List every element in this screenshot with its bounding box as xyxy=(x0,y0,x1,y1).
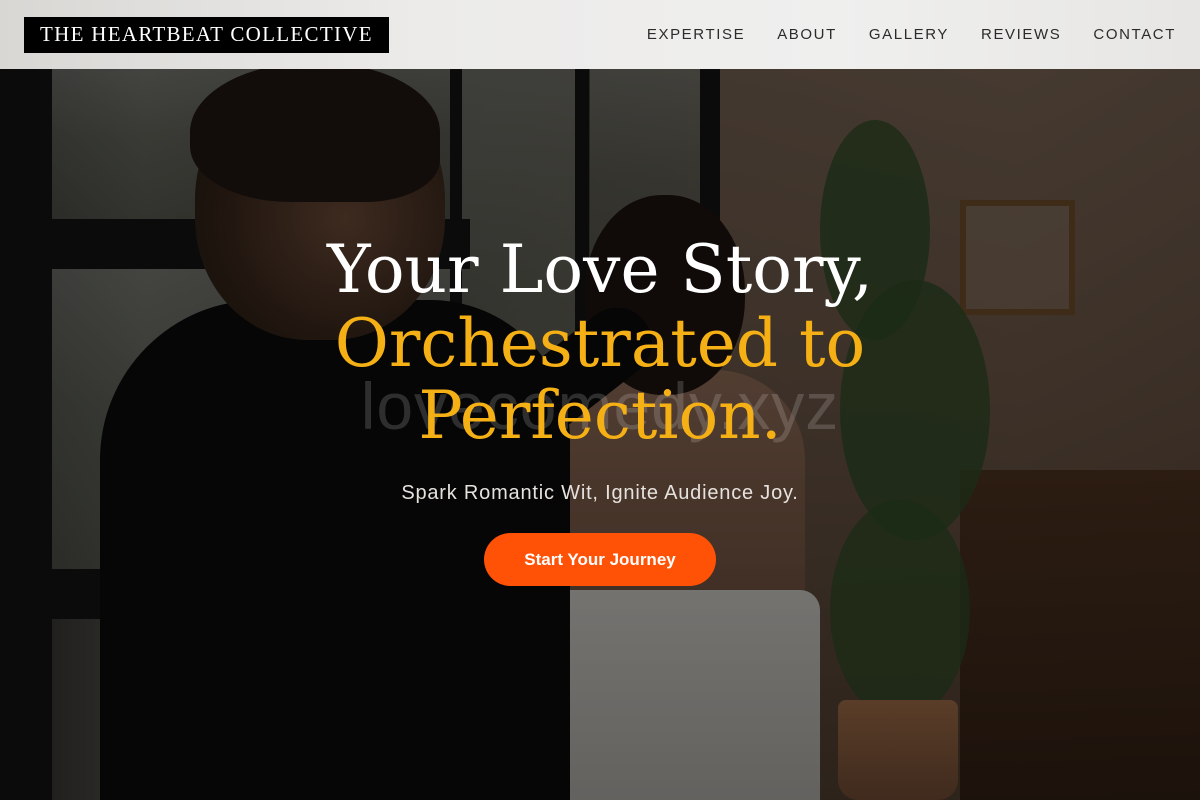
hero-section: lovecomedy.xyz Your Love Story, Orchestr… xyxy=(0,0,1200,800)
hero-tagline: Spark Romantic Wit, Ignite Audience Joy. xyxy=(401,482,799,504)
hero-heading-line1: Your Love Story, xyxy=(326,231,873,308)
nav-about[interactable]: ABOUT xyxy=(777,26,837,43)
hero-heading-line2: Orchestrated to xyxy=(334,305,866,382)
main-nav: EXPERTISE ABOUT GALLERY REVIEWS CONTACT xyxy=(647,26,1176,43)
start-journey-button[interactable]: Start Your Journey xyxy=(484,533,716,586)
hero-heading-line3: Perfection. xyxy=(418,377,782,454)
hero-content: Your Love Story, Orchestrated to Perfect… xyxy=(0,232,1200,586)
nav-expertise[interactable]: EXPERTISE xyxy=(647,26,745,43)
nav-contact[interactable]: CONTACT xyxy=(1093,26,1176,43)
nav-reviews[interactable]: REVIEWS xyxy=(981,26,1061,43)
site-logo[interactable]: THE HEARTBEAT COLLECTIVE xyxy=(24,16,389,53)
site-header: THE HEARTBEAT COLLECTIVE EXPERTISE ABOUT… xyxy=(0,0,1200,69)
nav-gallery[interactable]: GALLERY xyxy=(869,26,949,43)
